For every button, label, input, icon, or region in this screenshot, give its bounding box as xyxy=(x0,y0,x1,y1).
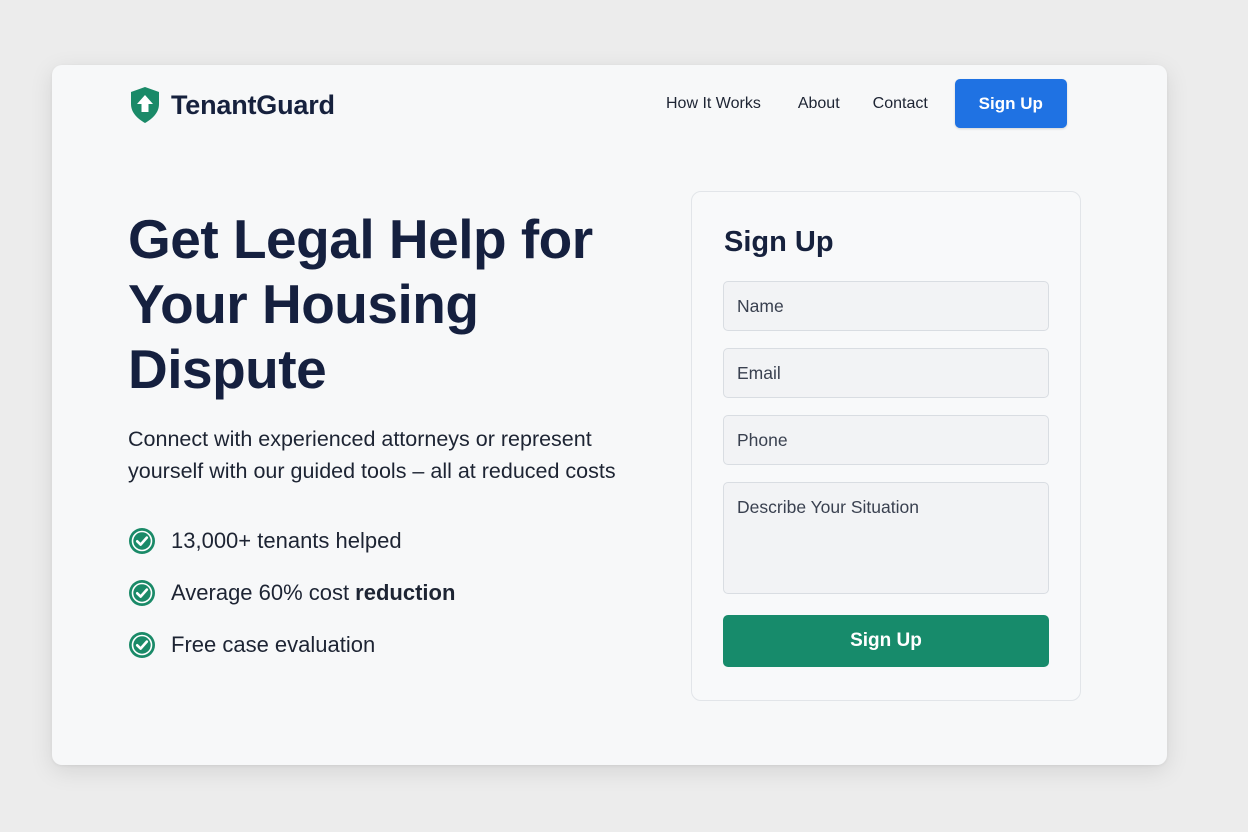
feature-item: 13,000+ tenants helped xyxy=(128,515,455,567)
phone-field[interactable] xyxy=(723,415,1049,465)
feature-text: 13,000+ tenants helped xyxy=(171,528,402,553)
page-card: TenantGuard How It Works About Contact S… xyxy=(52,65,1167,765)
situation-field[interactable] xyxy=(723,482,1049,594)
nav-about[interactable]: About xyxy=(798,95,840,113)
feature-list: 13,000+ tenants helped Average 60% cost … xyxy=(128,515,455,671)
header-signup-button[interactable]: Sign Up xyxy=(954,79,1067,128)
brand-logo[interactable]: TenantGuard xyxy=(129,86,335,124)
check-circle-icon xyxy=(129,528,155,554)
signup-form: Sign Up Sign Up xyxy=(691,191,1081,701)
feature-item: Average 60% cost reduction xyxy=(128,567,455,619)
feature-text: Average 60% cost xyxy=(171,580,350,605)
feature-text: Free case evaluation xyxy=(171,632,376,657)
check-circle-icon xyxy=(129,632,155,658)
feature-text-bold: reduction xyxy=(355,580,456,605)
form-title: Sign Up xyxy=(724,226,834,258)
nav-contact[interactable]: Contact xyxy=(873,95,928,113)
check-circle-icon xyxy=(129,580,155,606)
feature-item: Free case evaluation xyxy=(128,619,455,671)
form-signup-button[interactable]: Sign Up xyxy=(723,615,1049,667)
hero-title: Get Legal Help for Your Housing Dispute xyxy=(128,208,593,400)
hero-subtitle: Connect with experienced attorneys or re… xyxy=(128,427,616,483)
name-field[interactable] xyxy=(723,281,1049,331)
email-field[interactable] xyxy=(723,348,1049,398)
top-nav: How It Works About Contact Sign Up xyxy=(666,79,1067,128)
nav-how-it-works[interactable]: How It Works xyxy=(666,95,761,113)
brand-name: TenantGuard xyxy=(171,89,335,120)
shield-icon xyxy=(131,87,159,123)
